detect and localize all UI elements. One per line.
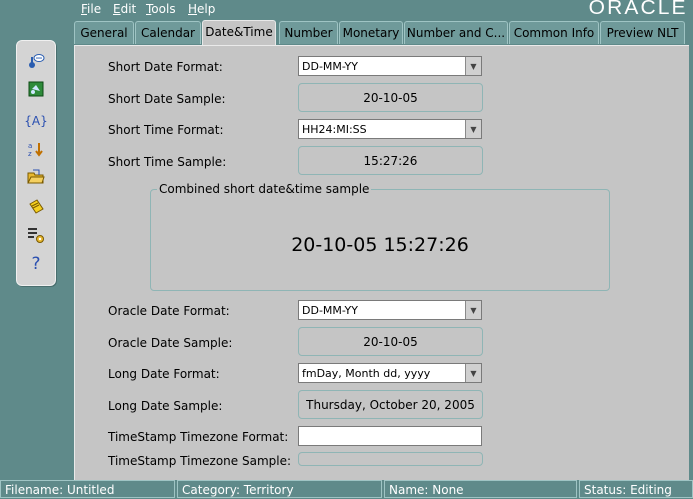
sort-icon[interactable]: az (26, 139, 46, 159)
svg-text:z: z (28, 150, 32, 158)
long-date-format-value: fmDay, Month dd, yyyy (302, 367, 431, 380)
tab-common-info[interactable]: Common Info (509, 21, 599, 44)
chevron-down-icon[interactable]: ▼ (465, 364, 481, 382)
short-time-format-select[interactable]: HH24:MI:SS ▼ (298, 119, 482, 139)
long-date-format-label: Long Date Format: (108, 367, 220, 381)
timestamp-tz-format-input[interactable] (298, 426, 482, 446)
short-date-format-value: DD-MM-YY (302, 60, 358, 73)
tab-number[interactable]: Number (279, 21, 338, 44)
status-category: Category: Territory (177, 480, 382, 498)
wizard-icon[interactable] (26, 51, 46, 71)
short-date-sample-label: Short Date Sample: (108, 92, 226, 106)
status-name: Name: None (384, 480, 577, 498)
oracle-date-format-label: Oracle Date Format: (108, 304, 230, 318)
tab-date-time[interactable]: Date&Time (202, 20, 276, 45)
menu-help[interactable]: Help (188, 2, 215, 16)
oracle-logo: ORACLE (588, 0, 688, 19)
short-time-sample-label: Short Time Sample: (108, 155, 227, 169)
date-time-panel: Short Date Format: DD-MM-YY ▼ Short Date… (74, 45, 689, 480)
yellow-note-icon[interactable] (26, 197, 46, 217)
help-icon[interactable]: ? (26, 254, 46, 274)
menu-edit[interactable]: Edit (113, 2, 136, 16)
timestamp-tz-sample-label: TimeStamp Timezone Sample: (108, 454, 292, 468)
combined-sample-title: Combined short date&time sample (157, 182, 372, 196)
chevron-down-icon[interactable]: ▼ (465, 57, 481, 75)
oracle-date-sample-value: 20-10-05 (298, 327, 483, 356)
variable-braces-icon[interactable]: {A} (24, 111, 47, 131)
chevron-down-icon[interactable]: ▼ (465, 301, 481, 319)
short-date-sample-value: 20-10-05 (298, 83, 483, 112)
short-time-format-value: HH24:MI:SS (302, 123, 367, 136)
oracle-date-sample-label: Oracle Date Sample: (108, 336, 233, 350)
chevron-down-icon[interactable]: ▼ (465, 120, 481, 138)
short-time-format-label: Short Time Format: (108, 123, 224, 137)
svg-text:a: a (28, 142, 32, 150)
tab-monetary[interactable]: Monetary (339, 21, 403, 44)
long-date-sample-value: Thursday, October 20, 2005 (298, 390, 483, 419)
long-date-sample-label: Long Date Sample: (108, 399, 223, 413)
short-date-format-label: Short Date Format: (108, 60, 223, 74)
tab-preview-nlt[interactable]: Preview NLT (600, 21, 685, 44)
properties-icon[interactable] (26, 225, 46, 245)
status-state: Status: Editing (579, 480, 693, 498)
oracle-date-format-select[interactable]: DD-MM-YY ▼ (298, 300, 482, 320)
tab-number-and-currency[interactable]: Number and C... (404, 21, 508, 44)
open-folder-icon[interactable] (26, 167, 46, 187)
short-time-sample-value: 15:27:26 (298, 146, 483, 175)
tab-general[interactable]: General (74, 21, 134, 44)
status-bar: Filename: Untitled Category: Territory N… (0, 480, 693, 499)
tab-calendar[interactable]: Calendar (135, 21, 201, 44)
status-filename: Filename: Untitled (0, 480, 175, 498)
oracle-date-format-value: DD-MM-YY (302, 304, 358, 317)
combined-sample-group: Combined short date&time sample 20-10-05… (150, 182, 610, 291)
timestamp-tz-format-label: TimeStamp Timezone Format: (108, 430, 289, 444)
vertical-toolbar: {A} az ? (16, 40, 56, 286)
green-book-icon[interactable] (26, 79, 46, 99)
menu-bar: File Edit Tools Help ORACLE (0, 0, 693, 19)
menu-tools[interactable]: Tools (146, 2, 176, 16)
short-date-format-select[interactable]: DD-MM-YY ▼ (298, 56, 482, 76)
timestamp-tz-sample-value (298, 452, 483, 466)
combined-sample-value: 20-10-05 15:27:26 (291, 234, 469, 256)
long-date-format-select[interactable]: fmDay, Month dd, yyyy ▼ (298, 363, 482, 383)
menu-file[interactable]: File (81, 2, 101, 16)
